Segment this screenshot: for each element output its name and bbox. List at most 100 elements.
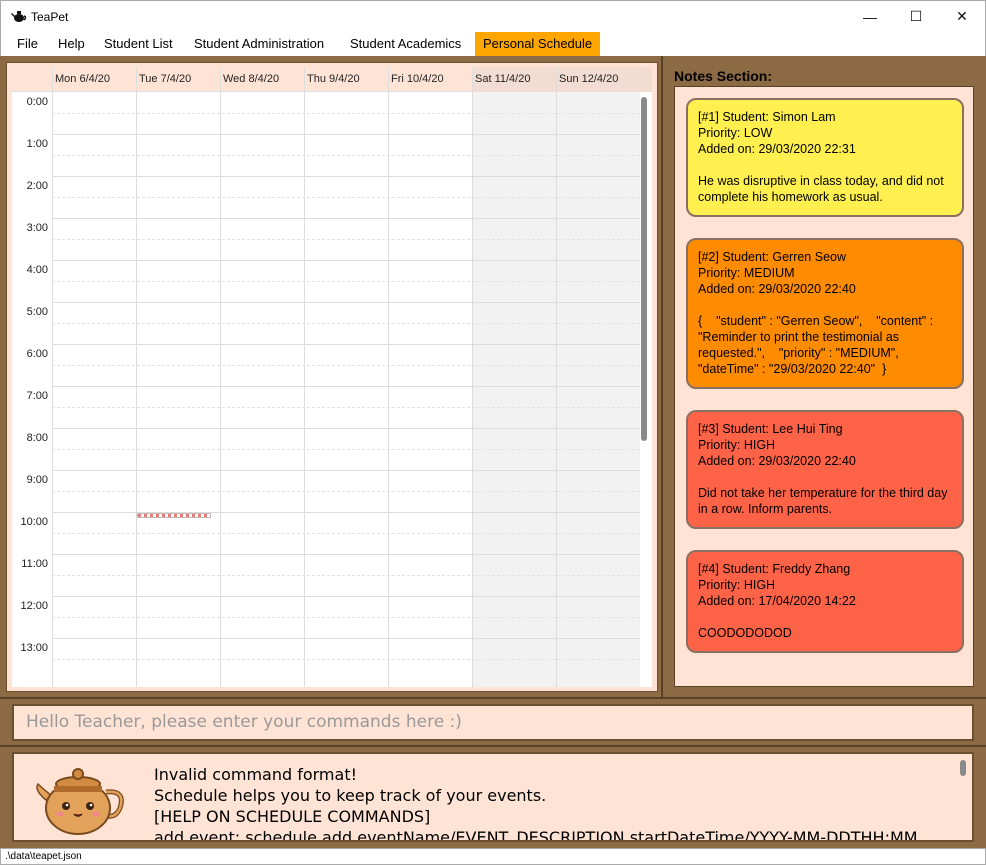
grid-hour-line [52,386,640,387]
grid-half-hour-line [52,197,640,198]
time-label: 8:00 [26,432,48,444]
section-divider [0,745,986,747]
note-header: [#2] Student: Gerren Seow [698,250,847,264]
grid-hour-line [52,134,640,135]
title-bar: TeaPet — ☐ ✕ [0,0,986,32]
note-card[interactable]: [#1] Student: Simon Lam Priority: LOW Ad… [686,98,964,217]
grid-hour-line [52,176,640,177]
time-label: 5:00 [26,306,48,318]
time-label: 13:00 [20,642,48,654]
calendar-grid[interactable]: 0:00 1:00 2:00 3:00 4:00 5:00 6:00 7:00 8:00 9:00… [12,92,640,687]
time-label: 10:00 [20,516,48,528]
note-added: Added on: 29/03/2020 22:31 [698,142,856,156]
grid-half-hour-line [52,617,640,618]
day-header: Tue 7/4/20 [136,67,220,92]
grid-hour-line [52,554,640,555]
grid-column-line [220,92,221,687]
grid-half-hour-line [52,281,640,282]
menu-student-academics[interactable]: Student Academics [342,32,469,56]
result-scrollbar[interactable] [960,760,966,776]
time-label: 1:00 [26,138,48,150]
note-content: He was disruptive in class today, and di… [698,174,948,204]
calendar-header: Mon 6/4/20 Tue 7/4/20 Wed 8/4/20 Thu 9/4… [12,67,652,92]
grid-half-hour-line [52,365,640,366]
time-label: 9:00 [26,474,48,486]
close-button[interactable]: ✕ [939,1,985,32]
command-input[interactable]: Hello Teacher, please enter your command… [12,704,974,741]
calendar-scrollbar[interactable] [641,97,647,441]
calendar-event[interactable] [137,513,211,518]
panel-divider [661,56,663,698]
grid-hour-line [52,596,640,597]
grid-half-hour-line [52,323,640,324]
window-title: TeaPet [31,10,69,24]
notes-list[interactable]: [#1] Student: Simon Lam Priority: LOW Ad… [674,86,974,687]
menu-student-administration[interactable]: Student Administration [186,32,332,56]
time-label: 0:00 [26,96,48,108]
grid-hour-line [52,428,640,429]
grid-column-line [556,92,557,687]
teapot-app-icon [11,11,27,22]
day-header: Sat 11/4/20 [472,67,556,92]
grid-column-line [472,92,473,687]
menu-bar: File Help Student List Student Administr… [0,32,986,56]
note-content: COODODODOD [698,626,792,640]
note-card[interactable]: [#3] Student: Lee Hui Ting Priority: HIG… [686,410,964,529]
menu-student-list[interactable]: Student List [96,32,181,56]
menu-personal-schedule[interactable]: Personal Schedule [475,32,601,56]
note-content: Did not take her temperature for the thi… [698,486,951,516]
notes-title: Notes Section: [674,68,773,84]
grid-hour-line [52,470,640,471]
grid-column-line [52,92,53,687]
grid-hour-line [52,638,640,639]
menu-file[interactable]: File [9,32,46,56]
time-label: 7:00 [26,390,48,402]
note-priority: Priority: LOW [698,126,773,140]
maximize-button[interactable]: ☐ [893,1,939,32]
menu-help[interactable]: Help [50,32,93,56]
day-header: Mon 6/4/20 [52,67,136,92]
grid-half-hour-line [52,239,640,240]
time-label: 3:00 [26,222,48,234]
grid-half-hour-line [52,113,640,114]
grid-hour-line [52,218,640,219]
grid-half-hour-line [52,533,640,534]
note-card[interactable]: [#2] Student: Gerren Seow Priority: MEDI… [686,238,964,389]
note-added: Added on: 29/03/2020 22:40 [698,282,856,296]
minimize-button[interactable]: — [847,1,893,32]
note-priority: Priority: HIGH [698,578,776,592]
day-header: Wed 8/4/20 [220,67,304,92]
time-label: 4:00 [26,264,48,276]
grid-column-line [388,92,389,687]
time-label: 2:00 [26,180,48,192]
grid-hour-line [52,302,640,303]
section-divider [0,697,986,699]
note-priority: Priority: HIGH [698,438,776,452]
note-card[interactable]: [#4] Student: Freddy Zhang Priority: HIG… [686,550,964,653]
note-header: [#1] Student: Simon Lam [698,110,836,124]
grid-half-hour-line [52,407,640,408]
grid-column-line [304,92,305,687]
day-header: Fri 10/4/20 [388,67,472,92]
time-label: 12:00 [20,600,48,612]
note-priority: Priority: MEDIUM [698,266,795,280]
grid-half-hour-line [52,659,640,660]
grid-half-hour-line [52,449,640,450]
schedule-calendar[interactable]: Mon 6/4/20 Tue 7/4/20 Wed 8/4/20 Thu 9/4… [12,67,652,687]
note-added: Added on: 17/04/2020 14:22 [698,594,856,608]
grid-half-hour-line [52,575,640,576]
day-header: Thu 9/4/20 [304,67,388,92]
grid-hour-line [52,260,640,261]
note-header: [#4] Student: Freddy Zhang [698,562,851,576]
result-display[interactable]: Invalid command format! Schedule helps y… [12,752,974,842]
grid-hour-line [52,512,640,513]
time-label: 11:00 [21,558,48,570]
note-content: { "student" : "Gerren Seow", "content" :… [698,314,937,376]
time-label: 6:00 [26,348,48,360]
grid-column-line [136,92,137,687]
status-bar: .\data\teapet.json [0,848,986,865]
note-header: [#3] Student: Lee Hui Ting [698,422,843,436]
note-added: Added on: 29/03/2020 22:40 [698,454,856,468]
day-header: Sun 12/4/20 [556,67,652,92]
grid-half-hour-line [52,155,640,156]
